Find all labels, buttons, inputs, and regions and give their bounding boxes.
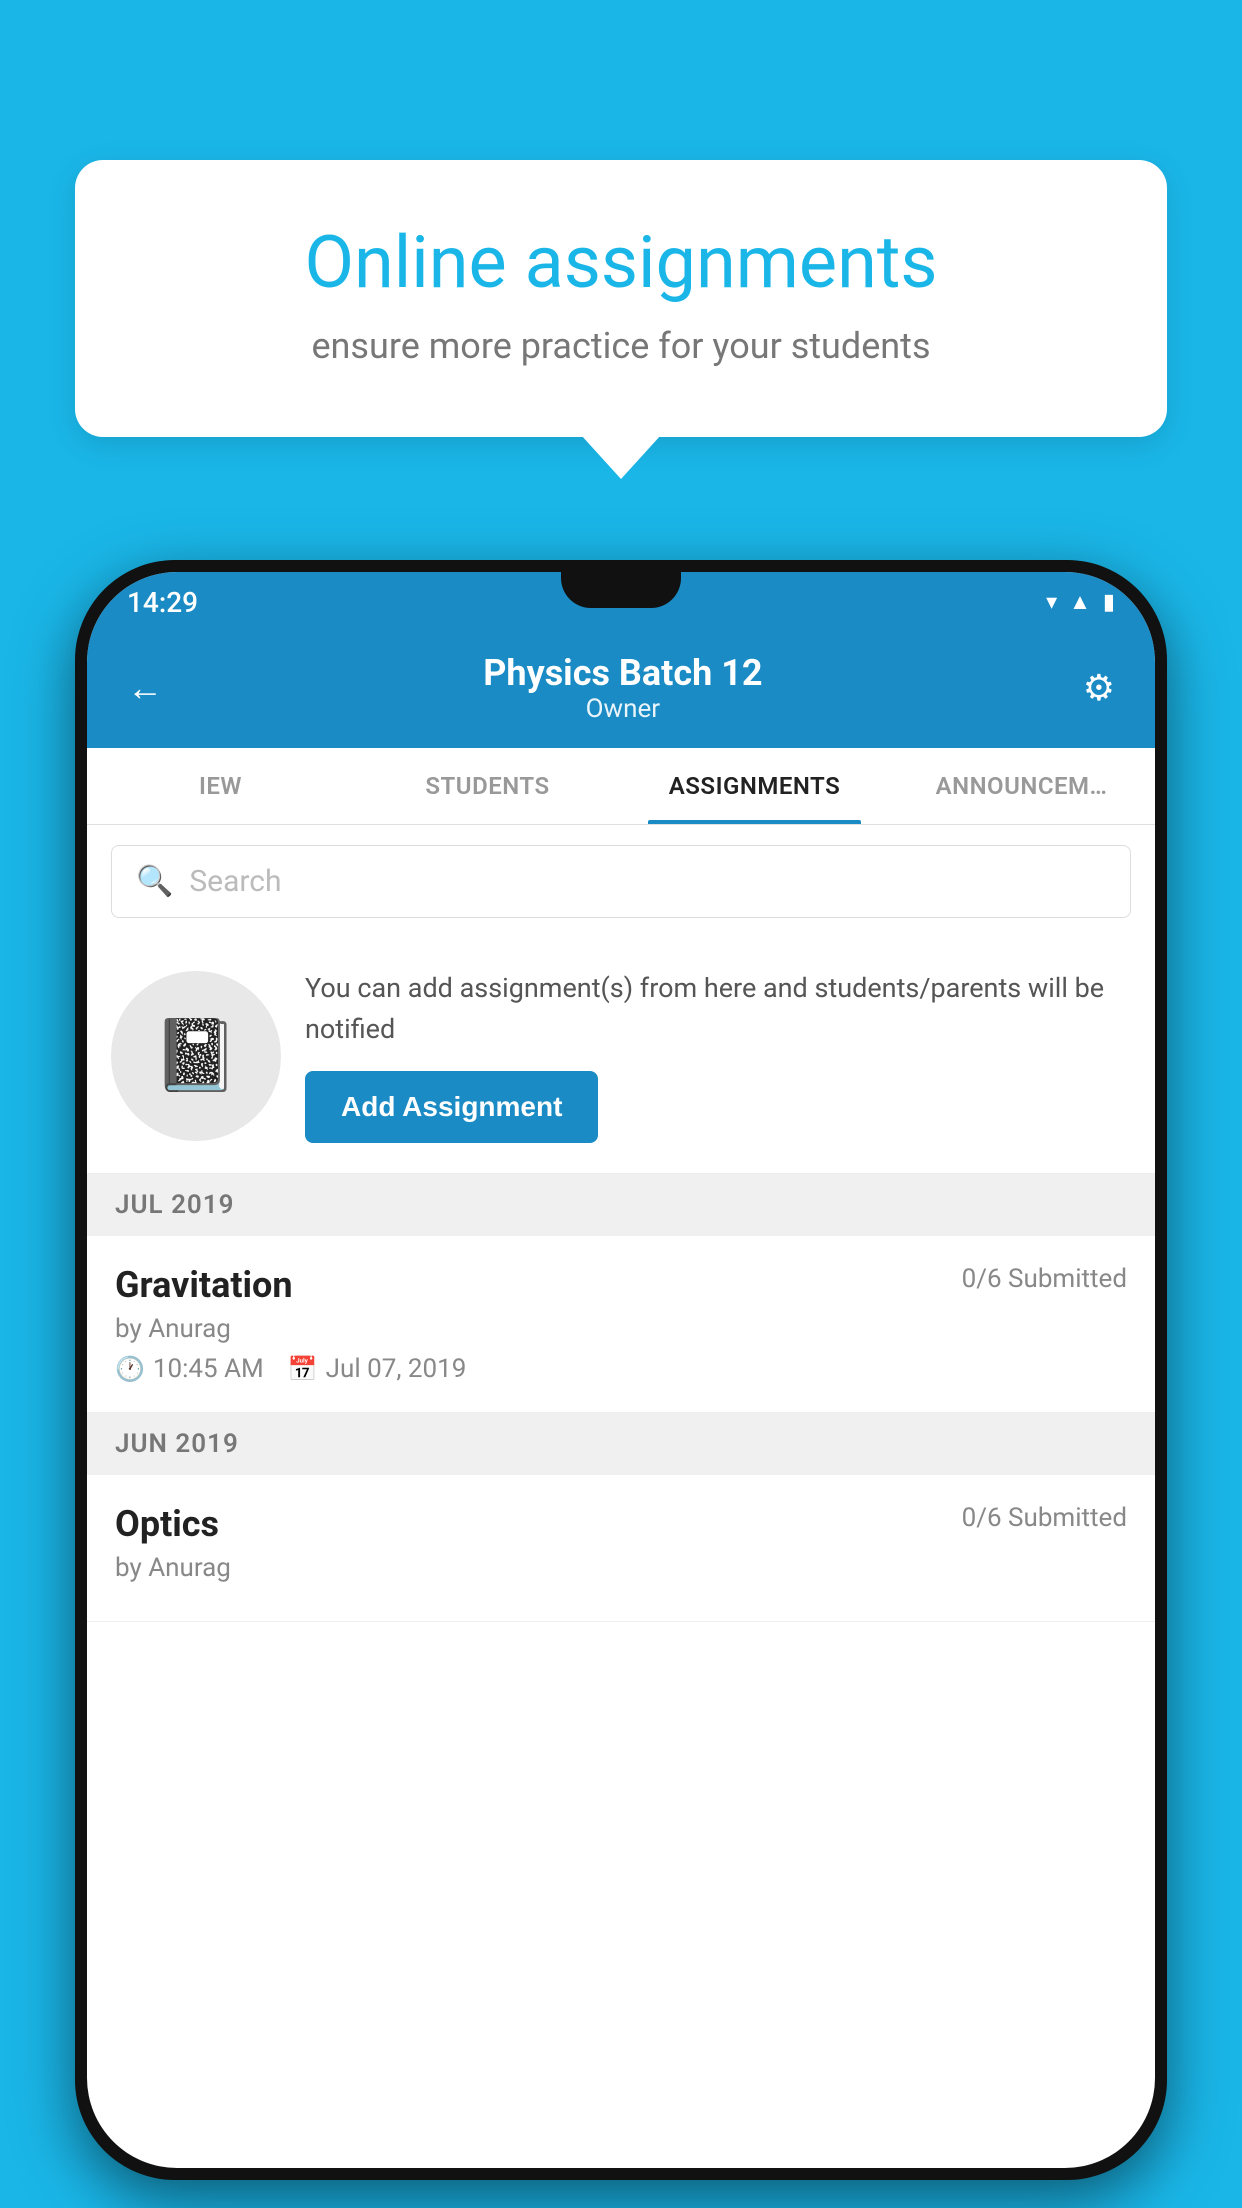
list-item[interactable]: Optics 0/6 Submitted by Anurag — [87, 1475, 1155, 1622]
assignment-date: 📅 Jul 07, 2019 — [288, 1354, 467, 1384]
list-item[interactable]: Gravitation 0/6 Submitted by Anurag 🕐 10… — [87, 1236, 1155, 1413]
assignment-meta: 🕐 10:45 AM 📅 Jul 07, 2019 — [115, 1354, 1127, 1384]
assignment-title-2: Optics — [115, 1503, 219, 1545]
promo-content: You can add assignment(s) from here and … — [305, 968, 1131, 1143]
speech-bubble-title: Online assignments — [145, 220, 1097, 305]
assignment-by: by Anurag — [115, 1314, 1127, 1344]
assignment-title: Gravitation — [115, 1264, 293, 1306]
battery-icon: ▮ — [1103, 590, 1115, 615]
promo-section: 📓 You can add assignment(s) from here an… — [87, 938, 1155, 1174]
calendar-icon: 📅 — [288, 1355, 318, 1383]
search-input[interactable]: Search — [189, 864, 281, 899]
signal-icon: ▲ — [1069, 589, 1091, 615]
assignment-row-top: Gravitation 0/6 Submitted — [115, 1264, 1127, 1306]
assignment-submitted-count: 0/6 Submitted — [962, 1264, 1127, 1294]
settings-button[interactable]: ⚙ — [1083, 667, 1115, 709]
assignment-by-2: by Anurag — [115, 1553, 1127, 1583]
assignment-row-top-2: Optics 0/6 Submitted — [115, 1503, 1127, 1545]
assignment-date-value: Jul 07, 2019 — [326, 1354, 467, 1384]
wifi-icon: ▾ — [1046, 590, 1057, 615]
tab-assignments[interactable]: ASSIGNMENTS — [621, 748, 888, 824]
header-title: Physics Batch 12 — [483, 652, 762, 694]
add-assignment-button[interactable]: Add Assignment — [305, 1071, 598, 1143]
header-title-block: Physics Batch 12 Owner — [483, 652, 762, 724]
tab-announcements[interactable]: ANNOUNCEM… — [888, 748, 1155, 824]
phone-inner: 14:29 ▾ ▲ ▮ ← Physics Batch 12 Owner ⚙ I… — [87, 572, 1155, 2168]
assignment-time: 🕐 10:45 AM — [115, 1354, 264, 1384]
search-bar[interactable]: 🔍 Search — [111, 845, 1131, 918]
notebook-icon: 📓 — [152, 1015, 239, 1097]
clock-icon: 🕐 — [115, 1355, 145, 1383]
section-header-jun: JUN 2019 — [87, 1413, 1155, 1475]
status-time: 14:29 — [127, 586, 198, 619]
notch — [561, 572, 681, 608]
assignment-icon-circle: 📓 — [111, 971, 281, 1141]
promo-text: You can add assignment(s) from here and … — [305, 968, 1131, 1049]
header-subtitle: Owner — [483, 694, 762, 724]
status-icons: ▾ ▲ ▮ — [1046, 589, 1115, 615]
assignment-time-value: 10:45 AM — [153, 1354, 264, 1384]
speech-bubble: Online assignments ensure more practice … — [75, 160, 1167, 437]
speech-bubble-subtitle: ensure more practice for your students — [145, 325, 1097, 367]
tab-iew[interactable]: IEW — [87, 748, 354, 824]
assignment-submitted-count-2: 0/6 Submitted — [962, 1503, 1127, 1533]
search-icon: 🔍 — [136, 864, 173, 899]
app-header: ← Physics Batch 12 Owner ⚙ — [87, 632, 1155, 748]
phone-frame: 14:29 ▾ ▲ ▮ ← Physics Batch 12 Owner ⚙ I… — [75, 560, 1167, 2180]
section-header-jul: JUL 2019 — [87, 1174, 1155, 1236]
back-button[interactable]: ← — [127, 667, 163, 709]
status-bar: 14:29 ▾ ▲ ▮ — [87, 572, 1155, 632]
tabs-bar: IEW STUDENTS ASSIGNMENTS ANNOUNCEM… — [87, 748, 1155, 825]
search-section: 🔍 Search — [87, 825, 1155, 938]
tab-students[interactable]: STUDENTS — [354, 748, 621, 824]
